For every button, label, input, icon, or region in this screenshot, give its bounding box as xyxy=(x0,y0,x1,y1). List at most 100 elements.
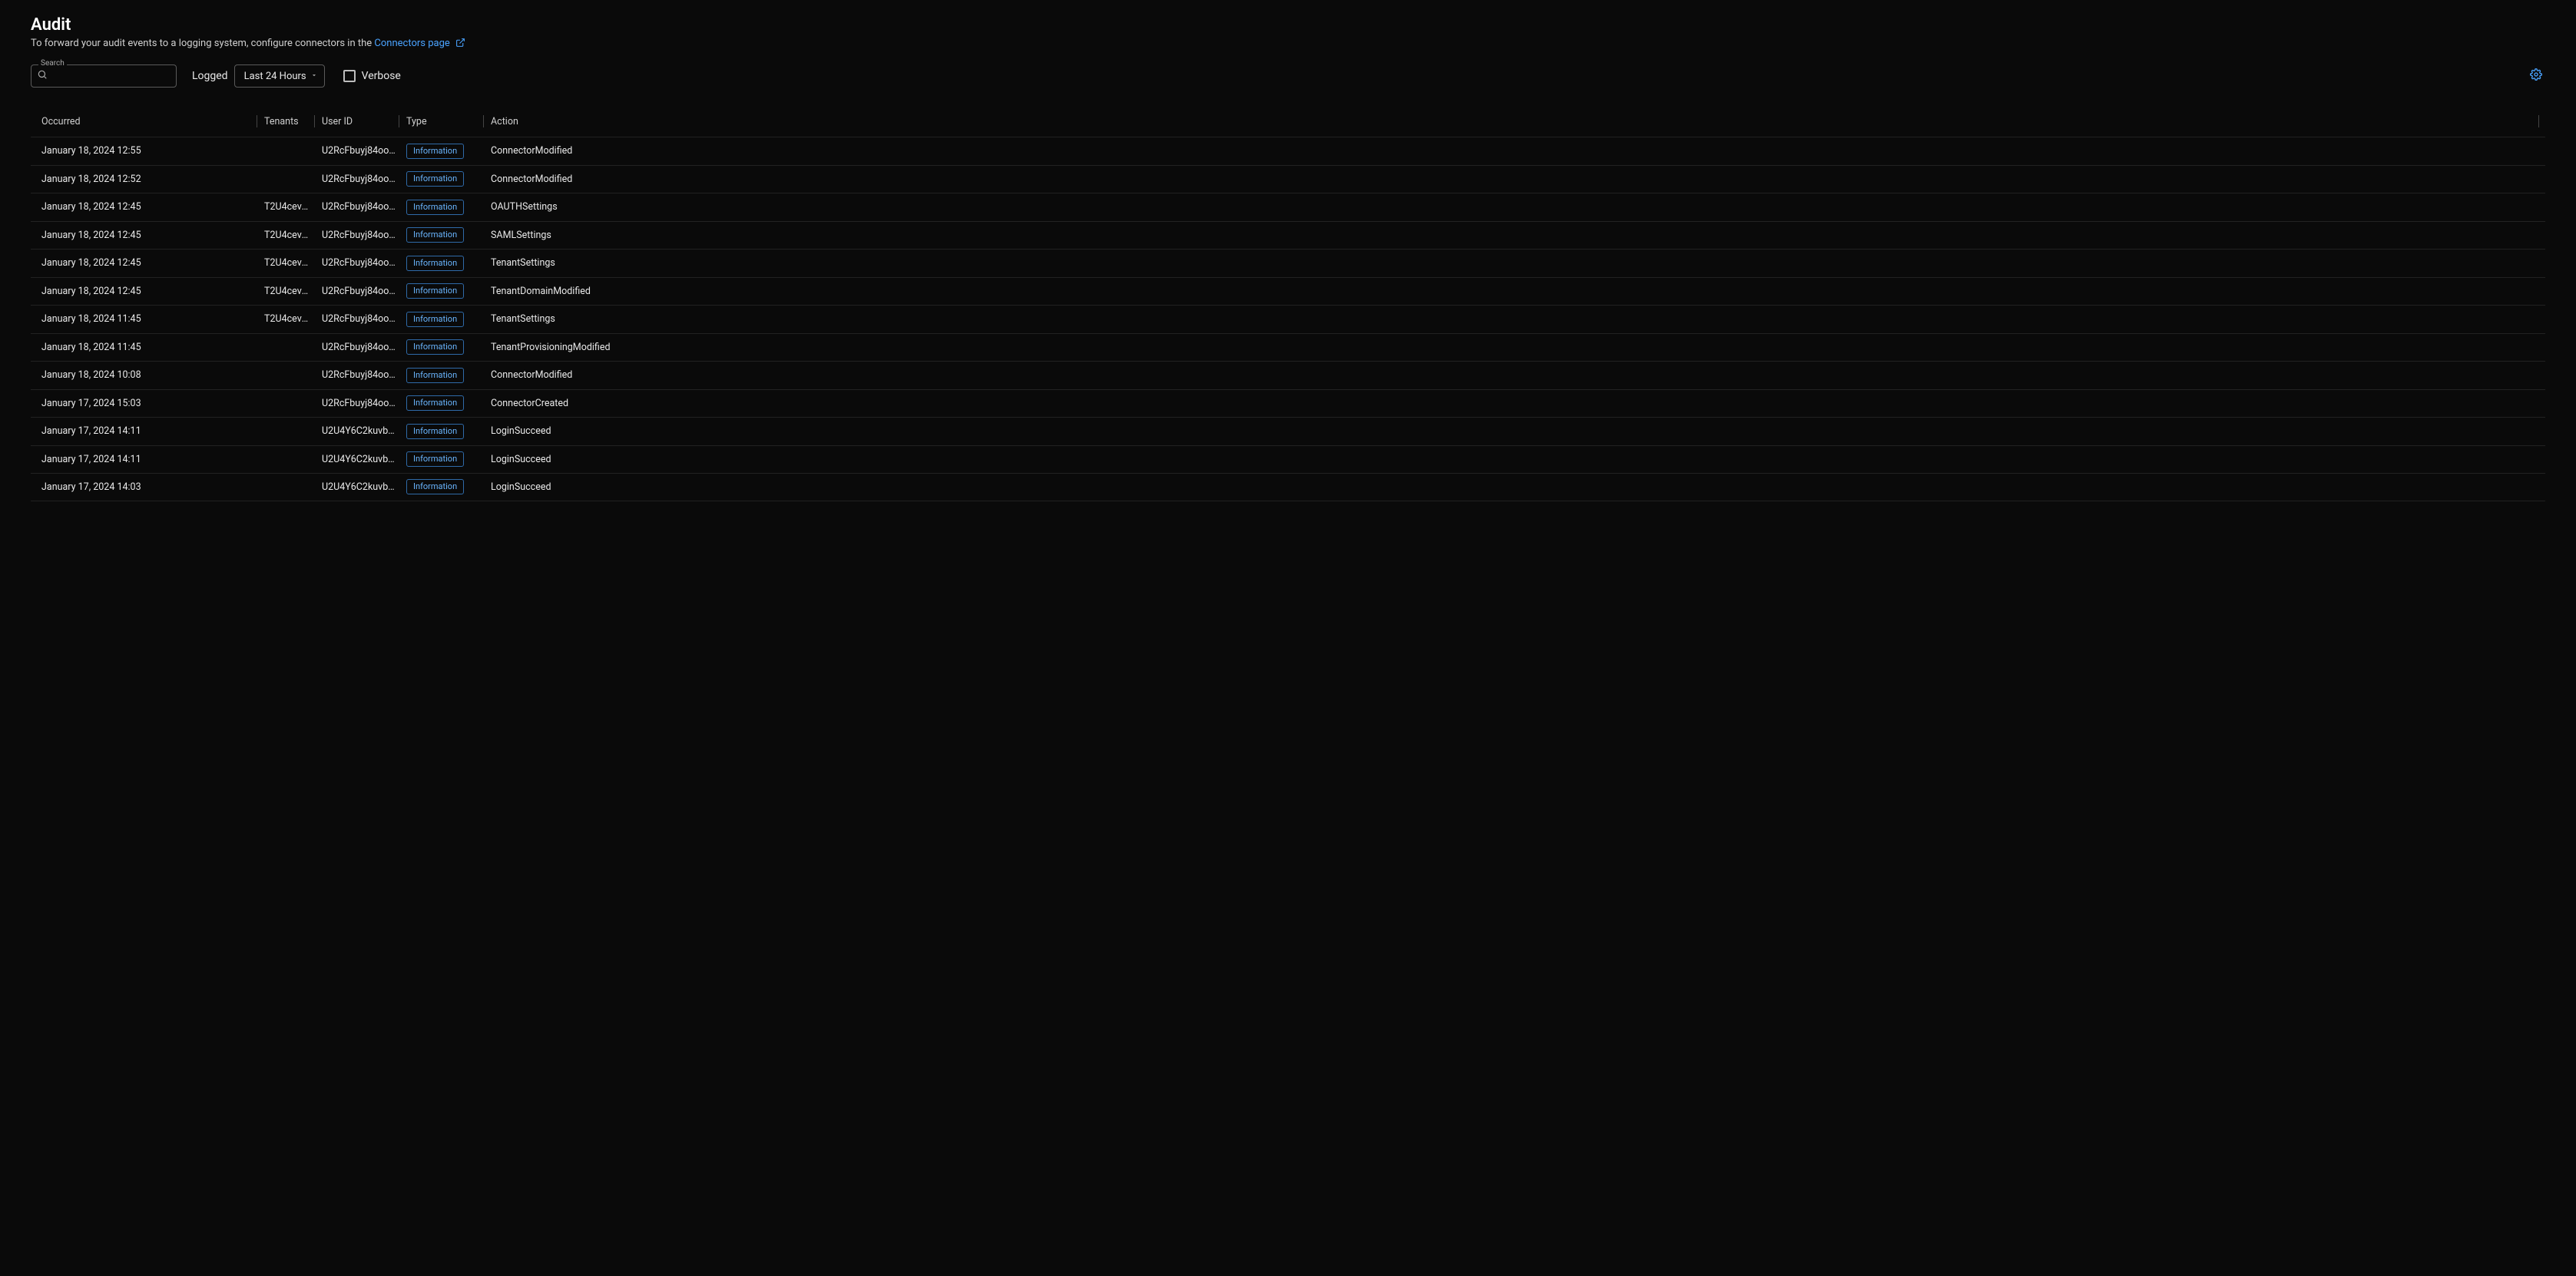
cell-type: Information xyxy=(402,283,486,299)
cell-occurred: January 18, 2024 11:45 xyxy=(37,313,260,325)
cell-user-id: U2RcFbuyj84ootxs... xyxy=(317,145,402,157)
type-badge: Information xyxy=(406,368,464,383)
cell-action: ConnectorCreated xyxy=(486,398,2533,409)
cell-tenant: T2U4cevM... xyxy=(260,286,317,297)
cell-type: Information xyxy=(402,312,486,327)
col-tenants[interactable]: Tenants xyxy=(260,116,317,127)
page-subtitle: To forward your audit events to a loggin… xyxy=(31,38,2545,51)
cell-type: Information xyxy=(402,479,486,494)
type-badge: Information xyxy=(406,395,464,411)
type-badge: Information xyxy=(406,451,464,467)
col-type[interactable]: Type xyxy=(402,116,486,127)
cell-tenant: T2U4cevM... xyxy=(260,201,317,213)
external-link-icon xyxy=(455,38,465,51)
type-badge: Information xyxy=(406,424,464,439)
page-title: Audit xyxy=(31,15,2545,35)
connectors-link[interactable]: Connectors page xyxy=(374,38,465,49)
cell-type: Information xyxy=(402,256,486,271)
table-row[interactable]: January 17, 2024 14:11 U2U4Y6C2kuvbIs7o..… xyxy=(31,445,2545,474)
cell-type: Information xyxy=(402,451,486,467)
cell-action: TenantDomainModified xyxy=(486,286,2533,297)
type-badge: Information xyxy=(406,283,464,299)
cell-action: ConnectorModified xyxy=(486,145,2533,157)
cell-action: OAUTHSettings xyxy=(486,201,2533,213)
cell-user-id: U2U4Y6C2kuvbIs7o... xyxy=(317,454,402,465)
cell-type: Information xyxy=(402,368,486,383)
type-badge: Information xyxy=(406,312,464,327)
cell-occurred: January 18, 2024 12:52 xyxy=(37,174,260,185)
col-user-id[interactable]: User ID xyxy=(317,116,402,127)
cell-tenant: T2U4cevM... xyxy=(260,257,317,269)
verbose-label: Verbose xyxy=(362,70,401,82)
cell-user-id: U2RcFbuyj84ootxs... xyxy=(317,257,402,269)
table-body: January 18, 2024 12:55 U2RcFbuyj84ootxs..… xyxy=(31,137,2545,501)
search-field: Search xyxy=(31,64,177,88)
subtitle-text: To forward your audit events to a loggin… xyxy=(31,38,374,49)
cell-occurred: January 18, 2024 12:45 xyxy=(37,230,260,241)
cell-occurred: January 18, 2024 12:45 xyxy=(37,257,260,269)
search-input[interactable] xyxy=(31,64,177,88)
cell-occurred: January 17, 2024 14:03 xyxy=(37,481,260,493)
chevron-down-icon xyxy=(310,71,318,82)
col-action[interactable]: Action xyxy=(486,116,2533,127)
cell-user-id: U2RcFbuyj84ootxs... xyxy=(317,174,402,185)
table-row[interactable]: January 18, 2024 11:45 U2RcFbuyj84ootxs..… xyxy=(31,333,2545,362)
cell-type: Information xyxy=(402,395,486,411)
cell-action: LoginSucceed xyxy=(486,481,2533,493)
cell-action: ConnectorModified xyxy=(486,369,2533,381)
table-row[interactable]: January 18, 2024 12:45T2U4cevM...U2RcFbu… xyxy=(31,277,2545,306)
cell-type: Information xyxy=(402,227,486,243)
cell-type: Information xyxy=(402,171,486,187)
cell-action: LoginSucceed xyxy=(486,425,2533,437)
checkbox-icon xyxy=(343,70,356,82)
cell-user-id: U2U4Y6C2kuvbIs7o... xyxy=(317,425,402,437)
cell-type: Information xyxy=(402,144,486,159)
table-row[interactable]: January 18, 2024 12:52 U2RcFbuyj84ootxs..… xyxy=(31,165,2545,193)
cell-occurred: January 17, 2024 14:11 xyxy=(37,425,260,437)
gear-icon xyxy=(2530,72,2542,84)
table-row[interactable]: January 18, 2024 12:45T2U4cevM...U2RcFbu… xyxy=(31,249,2545,277)
settings-button[interactable] xyxy=(2527,65,2545,87)
cell-occurred: January 17, 2024 15:03 xyxy=(37,398,260,409)
cell-tenant: T2U4cevM... xyxy=(260,313,317,325)
logged-label: Logged xyxy=(192,70,228,82)
cell-occurred: January 18, 2024 11:45 xyxy=(37,342,260,353)
cell-type: Information xyxy=(402,424,486,439)
time-range-select[interactable]: Last 24 Hours xyxy=(234,64,325,88)
table-row[interactable]: January 18, 2024 12:45T2U4cevM...U2RcFbu… xyxy=(31,221,2545,250)
cell-occurred: January 18, 2024 10:08 xyxy=(37,369,260,381)
table-row[interactable]: January 18, 2024 11:45T2U4cevM...U2RcFbu… xyxy=(31,305,2545,333)
table-row[interactable]: January 17, 2024 14:03U2U4Y6C2kuvbIs7o..… xyxy=(31,473,2545,501)
cell-user-id: U2RcFbuyj84ootxs... xyxy=(317,313,402,325)
table-header: Occurred Tenants User ID Type Action xyxy=(31,106,2545,137)
cell-type: Information xyxy=(402,339,486,355)
cell-action: TenantSettings xyxy=(486,257,2533,269)
table-row[interactable]: January 18, 2024 10:08 U2RcFbuyj84ootxs..… xyxy=(31,361,2545,389)
table-row[interactable]: January 18, 2024 12:45T2U4cevM...U2RcFbu… xyxy=(31,193,2545,221)
cell-user-id: U2RcFbuyj84ootxs... xyxy=(317,230,402,241)
cell-action: TenantSettings xyxy=(486,313,2533,325)
search-icon xyxy=(37,69,48,83)
type-badge: Information xyxy=(406,227,464,243)
type-badge: Information xyxy=(406,171,464,187)
cell-user-id: U2RcFbuyj84ootxs... xyxy=(317,398,402,409)
connectors-link-label: Connectors page xyxy=(374,38,449,49)
type-badge: Information xyxy=(406,200,464,215)
search-label: Search xyxy=(38,59,67,68)
type-badge: Information xyxy=(406,256,464,271)
cell-user-id: U2RcFbuyj84ootxs... xyxy=(317,342,402,353)
table-row[interactable]: January 17, 2024 15:03 U2RcFbuyj84ootxs..… xyxy=(31,389,2545,418)
table-row[interactable]: January 18, 2024 12:55 U2RcFbuyj84ootxs..… xyxy=(31,137,2545,165)
table-row[interactable]: January 17, 2024 14:11 U2U4Y6C2kuvbIs7o..… xyxy=(31,417,2545,445)
type-badge: Information xyxy=(406,144,464,159)
cell-user-id: U2RcFbuyj84ootxs... xyxy=(317,369,402,381)
toolbar: Search Logged Last 24 Hours Verbose xyxy=(31,64,2545,88)
page-header: Audit To forward your audit events to a … xyxy=(31,15,2545,51)
time-range-value: Last 24 Hours xyxy=(244,71,306,82)
cell-occurred: January 17, 2024 14:11 xyxy=(37,454,260,465)
col-occurred[interactable]: Occurred xyxy=(37,116,260,127)
verbose-checkbox[interactable]: Verbose xyxy=(343,70,401,82)
type-badge: Information xyxy=(406,479,464,494)
cell-user-id: U2RcFbuyj84ootxs... xyxy=(317,201,402,213)
cell-occurred: January 18, 2024 12:55 xyxy=(37,145,260,157)
